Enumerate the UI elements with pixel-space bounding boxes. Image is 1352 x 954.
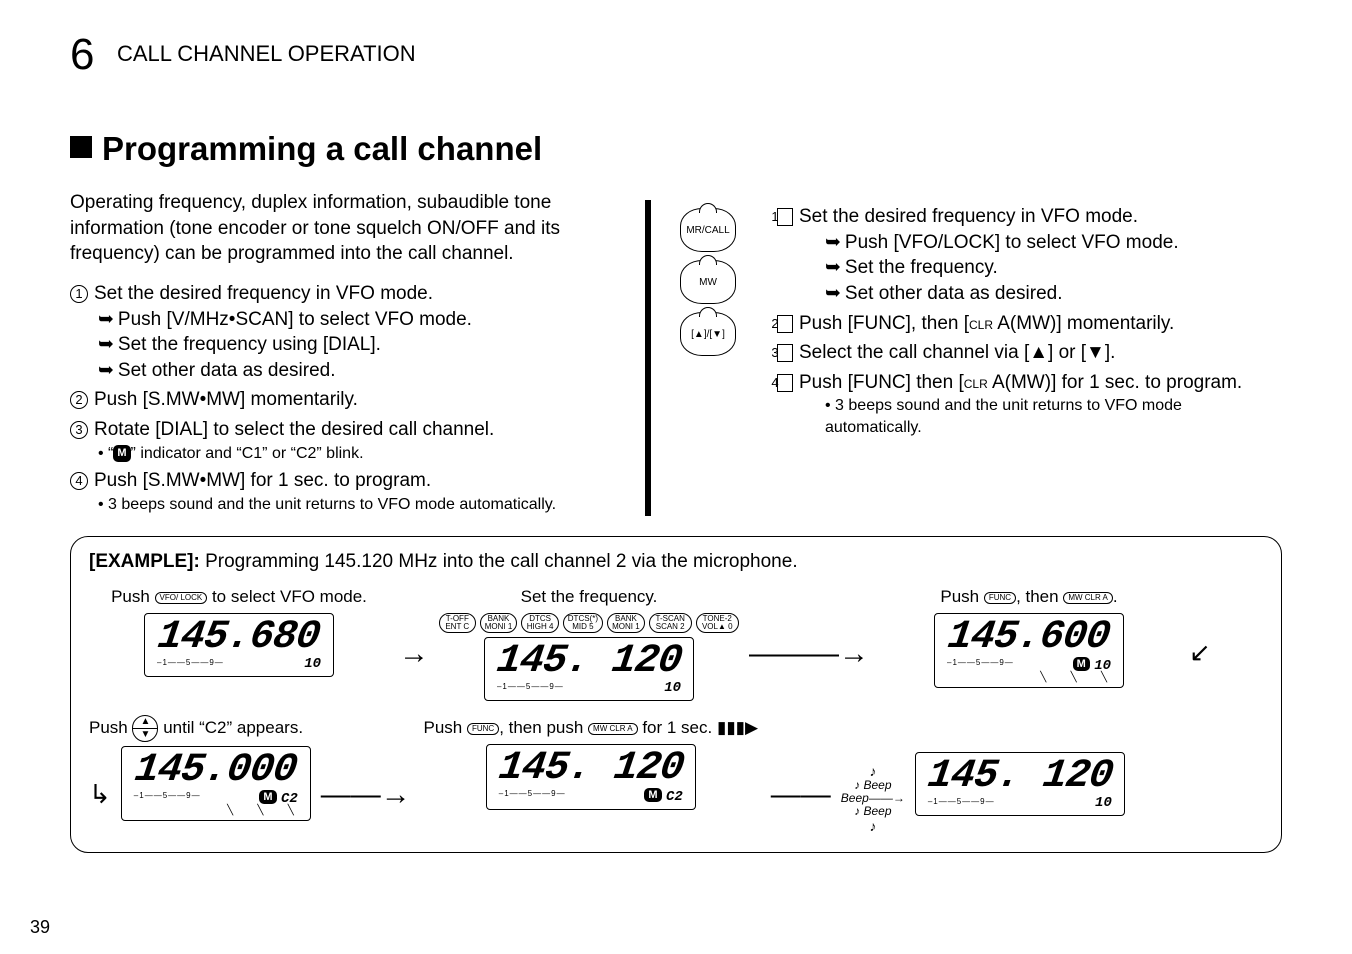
key-1a: BANK MONI 1 [480, 613, 518, 633]
arrow-icon: ➥ [98, 334, 114, 355]
example-row-2b: ↳ 145.000 –1——5——9—M C2 ╲ ╲ ╲ ——→ Push F… [89, 746, 1263, 834]
example-row-1: Push VFO/ LOCK to select VFO mode. 145.6… [89, 587, 1263, 701]
m-indicator-icon: M [113, 445, 130, 462]
circled-3-icon: 3 [70, 421, 88, 439]
mic-steps: 1Set the desired frequency in VFO mode. … [777, 200, 1282, 516]
note-icon: ♪ [869, 819, 876, 834]
arrow-icon: ➥ [98, 360, 114, 381]
lcd-6-freq: 145. 120 [925, 759, 1114, 795]
key-c: T-OFF ENT C [439, 613, 476, 633]
ex-step1-label: Push VFO/ LOCK to select VFO mode. [111, 587, 367, 609]
lcd-5: 145. 120 –1——5——9—M C2 [486, 744, 696, 810]
boxed-2-icon: 2 [777, 315, 793, 333]
lcd-1-freq: 145.680 [156, 620, 322, 656]
arrow-bend-icon: ↳ [89, 769, 111, 810]
key-5: DTCS(*) MID 5 [563, 613, 603, 633]
key-1b: BANK MONI 1 [607, 613, 645, 633]
func-key-icon: FUNC [984, 592, 1016, 604]
mic-step-4: 4Push [FUNC] then [clr A(MW)] for 1 sec.… [797, 370, 1282, 396]
arrow-icon: ➥ [98, 309, 114, 330]
mw-button-icon: MW [680, 260, 736, 304]
vfo-lock-key-icon: VFO/ LOCK [155, 592, 208, 604]
func-key-icon: FUNC [467, 723, 499, 735]
circled-1-icon: 1 [70, 285, 88, 303]
arrow-icon: ➥ [825, 257, 841, 278]
lcd-3-freq: 145.600 [946, 620, 1112, 656]
step-4-note: • 3 beeps sound and the unit returns to … [98, 494, 615, 516]
boxed-3-icon: 3 [777, 344, 793, 362]
mic-step-1b: ➥Set the frequency. [825, 255, 1282, 281]
key-2: T-SCAN SCAN 2 [649, 613, 692, 633]
note-icon: ♪ [869, 764, 876, 779]
up-down-key-icon: ▲▼ [132, 715, 158, 742]
mr-call-button-icon: MR/CALL [680, 208, 736, 252]
key-0: TONE-2 VOL▲ 0 [696, 613, 739, 633]
arrow-right-icon: ——→ [321, 768, 411, 812]
lcd-3: 145.600 –1——5——9—M 10 ╲ ╲ ╲ [934, 613, 1124, 688]
square-bullet-icon [70, 136, 92, 158]
lcd-2: 145. 120 –1——5——9—10 [484, 637, 694, 701]
ex-step2-label: Set the frequency. [521, 587, 658, 609]
lcd-4-freq: 145.000 [133, 753, 299, 789]
ex-step3-label: Push FUNC, then MW CLR A. [940, 587, 1117, 609]
step-4: 4Push [S.MW•MW] for 1 sec. to program. [70, 468, 615, 494]
ex-step5-label: Push FUNC, then push MW CLR A for 1 sec.… [423, 718, 758, 740]
lcd-6: 145. 120 –1——5——9—10 [915, 752, 1125, 816]
arrow-right-icon: —— [771, 768, 831, 812]
example-box: [EXAMPLE]: Programming 145.120 MHz into … [70, 536, 1282, 853]
mic-step-1c: ➥Set other data as desired. [825, 281, 1282, 307]
ex-step4-label: Push ▲▼ until “C2” appears. [89, 715, 303, 742]
arrow-icon: ➥ [825, 283, 841, 304]
mic-step-3: 3Select the call channel via [▲] or [▼]. [797, 340, 1282, 366]
step-1: 1 Set the desired frequency in VFO mode. [70, 281, 615, 307]
mic-button-illustration: MR/CALL MW [▲]/[▼] [645, 200, 765, 516]
up-down-button-icon: [▲]/[▼] [680, 312, 736, 356]
circled-2-icon: 2 [70, 391, 88, 409]
intro-paragraph: Operating frequency, duplex information,… [70, 190, 615, 267]
section-heading: Programming a call channel [70, 130, 1282, 168]
lcd-5-freq: 145. 120 [496, 751, 685, 787]
key-4: DTCS HIGH 4 [521, 613, 558, 633]
mic-step-1a: ➥Push [VFO/LOCK] to select VFO mode. [825, 230, 1282, 256]
lcd-4: 145.000 –1——5——9—M C2 ╲ ╲ ╲ [121, 746, 311, 821]
mw-clra-key-icon: MW CLR A [588, 723, 638, 735]
right-column: MR/CALL MW [▲]/[▼] 1Set the desired freq… [645, 200, 1282, 516]
step-1c: ➥Set other data as desired. [98, 358, 615, 384]
arrow-icon: ➥ [825, 232, 841, 253]
mic-step-2: 2Push [FUNC], then [clr A(MW)] momentari… [797, 311, 1282, 337]
step-1-text: Set the desired frequency in VFO mode. [94, 283, 433, 304]
lcd-2-freq: 145. 120 [494, 644, 683, 680]
example-title: [EXAMPLE]: Programming 145.120 MHz into … [89, 551, 1263, 573]
chapter-title: CALL CHANNEL OPERATION [117, 41, 416, 67]
mic-step-1: 1Set the desired frequency in VFO mode. [797, 204, 1282, 230]
mw-clra-key-icon: MW CLR A [1063, 592, 1113, 604]
arrow-right-icon: ———→ [749, 617, 869, 671]
arrow-right-icon: → [399, 617, 429, 671]
step-1a: ➥Push [V/MHz•SCAN] to select VFO mode. [98, 307, 615, 333]
beep-indicator: ♪ ♪ Beep Beep——→ ♪ Beep ♪ [841, 746, 905, 834]
left-column: Operating frequency, duplex information,… [70, 190, 615, 516]
chapter-number: 6 [70, 30, 94, 80]
page-number: 39 [30, 917, 50, 938]
step-3-note: • “M” indicator and “C1” or “C2” blink. [98, 443, 615, 465]
keypad-row: T-OFF ENT C BANK MONI 1 DTCS HIGH 4 DTCS… [439, 613, 739, 633]
boxed-1-icon: 1 [777, 208, 793, 226]
arrow-wrap-icon: ↙ [1189, 587, 1211, 668]
circled-4-icon: 4 [70, 472, 88, 490]
heading-text: Programming a call channel [102, 130, 542, 167]
mic-step-4-note: • 3 beeps sound and the unit returns to … [825, 395, 1282, 438]
boxed-4-icon: 4 [777, 374, 793, 392]
step-1b: ➥Set the frequency using [DIAL]. [98, 332, 615, 358]
lcd-1: 145.680 –1——5——9—10 [144, 613, 334, 677]
step-3: 3Rotate [DIAL] to select the desired cal… [70, 417, 615, 443]
step-2: 2Push [S.MW•MW] momentarily. [70, 387, 615, 413]
